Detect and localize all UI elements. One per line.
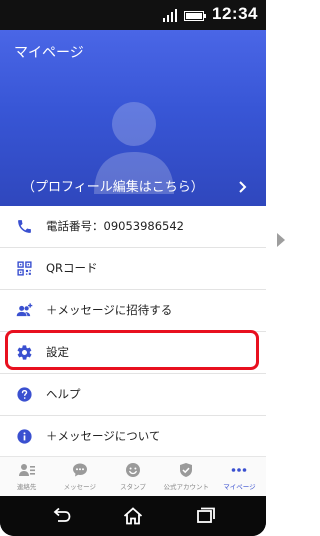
menu-item-about[interactable]: ＋メッセージについて xyxy=(0,416,266,458)
menu-item-qr-code[interactable]: QRコード xyxy=(0,248,266,290)
chat-bubble-icon xyxy=(72,463,87,477)
status-time: 12:34 xyxy=(212,4,258,23)
status-bar: 12:34 xyxy=(0,0,266,30)
tab-stamps[interactable]: スタンプ xyxy=(106,457,159,496)
phone-icon xyxy=(18,220,31,233)
menu-item-label: ヘルプ xyxy=(46,387,81,401)
chevron-right-icon xyxy=(239,181,247,193)
shield-check-icon xyxy=(180,463,193,477)
system-nav-bar xyxy=(0,496,266,536)
menu-item-help[interactable]: ヘルプ xyxy=(0,374,266,416)
contacts-icon xyxy=(18,464,35,476)
menu-list: 電話番号：09053986542 QRコード ＋メッセージに招待する 設定 ヘル… xyxy=(0,206,266,458)
next-step-arrow-icon xyxy=(277,233,285,247)
invite-users-icon xyxy=(16,303,33,317)
battery-icon xyxy=(184,11,206,21)
phone-frame: 12:34 マイページ （プロフィール編集はこちら） 電話番号：09053986… xyxy=(0,0,266,536)
tab-my-page[interactable]: マイページ xyxy=(213,457,266,496)
tab-label: 公式アカウント xyxy=(163,483,209,491)
qr-code-icon xyxy=(17,261,32,276)
home-icon[interactable] xyxy=(122,506,144,526)
signal-icon xyxy=(163,9,177,22)
tab-label: マイページ xyxy=(223,483,256,491)
menu-item-label: 設定 xyxy=(46,345,69,359)
menu-item-label: 電話番号：09053986542 xyxy=(46,219,184,233)
profile-edit-label: （プロフィール編集はこちら） xyxy=(22,180,204,195)
tab-contacts[interactable]: 連絡先 xyxy=(0,457,53,496)
menu-item-invite[interactable]: ＋メッセージに招待する xyxy=(0,290,266,332)
profile-header: マイページ （プロフィール編集はこちら） xyxy=(0,30,266,206)
menu-item-settings[interactable]: 設定 xyxy=(0,332,266,374)
menu-item-phone-number[interactable]: 電話番号：09053986542 xyxy=(0,206,266,248)
smiley-icon xyxy=(126,463,140,477)
menu-item-label: ＋メッセージに招待する xyxy=(46,303,173,317)
tab-official-accounts[interactable]: 公式アカウント xyxy=(160,457,213,496)
tab-messages[interactable]: メッセージ xyxy=(53,457,106,496)
back-icon[interactable] xyxy=(50,506,72,526)
menu-item-label: ＋メッセージについて xyxy=(46,429,161,443)
tab-label: 連絡先 xyxy=(16,483,37,491)
more-dots-icon xyxy=(232,468,247,472)
menu-item-label: QRコード xyxy=(46,261,98,275)
gear-icon xyxy=(17,345,32,360)
profile-edit-link[interactable]: （プロフィール編集はこちら） xyxy=(0,175,266,199)
tab-label: スタンプ xyxy=(120,483,146,491)
info-icon xyxy=(17,429,32,444)
recent-apps-icon[interactable] xyxy=(195,506,217,526)
page-title: マイページ xyxy=(14,45,84,61)
bottom-nav: 連絡先 メッセージ スタンプ 公式アカウント マイページ xyxy=(0,456,266,496)
help-icon xyxy=(17,387,32,402)
tab-label: メッセージ xyxy=(63,483,96,491)
screen: マイページ （プロフィール編集はこちら） 電話番号：09053986542 QR… xyxy=(0,30,266,496)
